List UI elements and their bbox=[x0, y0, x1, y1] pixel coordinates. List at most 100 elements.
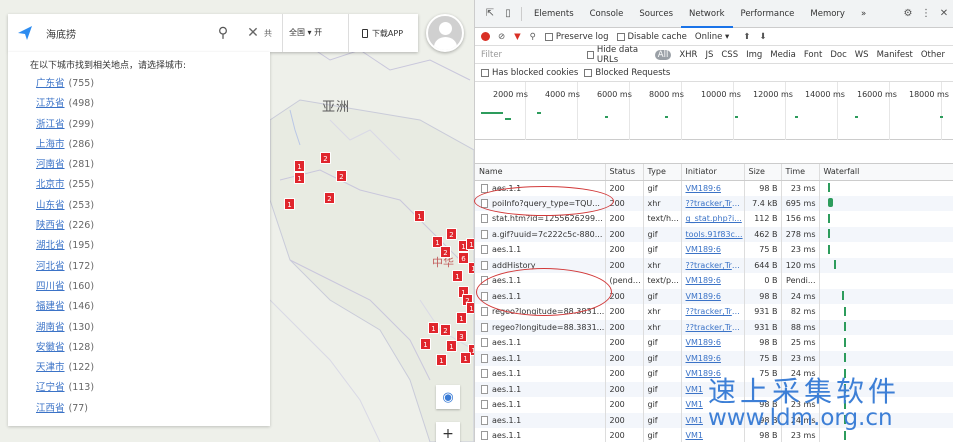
tab-overflow[interactable]: » bbox=[853, 0, 874, 28]
map-marker[interactable]: 2 bbox=[336, 170, 347, 182]
province-link[interactable]: 湖南省 bbox=[36, 322, 65, 333]
map-marker[interactable]: 1 bbox=[456, 312, 467, 324]
table-row[interactable]: aes.1.1 200 gif VM189:6 98 B 25 ms bbox=[475, 335, 953, 351]
search-input[interactable]: 海底捞 bbox=[42, 26, 212, 41]
type-filter-ws[interactable]: WS bbox=[855, 50, 869, 60]
initiator-link[interactable]: VM189:6 bbox=[681, 180, 745, 196]
blocked-requests-checkbox[interactable] bbox=[584, 68, 593, 77]
map-marker[interactable]: 1 bbox=[452, 270, 463, 282]
province-link[interactable]: 浙江省 bbox=[36, 119, 65, 130]
request-name-cell[interactable]: a.gif?uuid=7c222c5c-880... bbox=[475, 226, 606, 242]
province-link[interactable]: 河北省 bbox=[36, 261, 65, 272]
overview-timeline[interactable]: 2000 ms 4000 ms 6000 ms 8000 ms 10000 ms 1200… bbox=[475, 82, 953, 140]
type-filter-img[interactable]: Img bbox=[746, 50, 762, 60]
initiator-link[interactable]: tools.91f83c... bbox=[681, 226, 745, 242]
map-marker[interactable]: 1 bbox=[294, 160, 305, 172]
tab-console[interactable]: Console bbox=[582, 0, 632, 28]
type-filter-font[interactable]: Font bbox=[804, 50, 823, 60]
province-link[interactable]: 福建省 bbox=[36, 301, 65, 312]
map-marker[interactable]: 1 bbox=[420, 338, 431, 350]
filter-input[interactable]: Filter bbox=[481, 50, 587, 60]
map-marker[interactable]: 1 bbox=[436, 354, 447, 366]
tab-network[interactable]: Network bbox=[681, 0, 733, 28]
column-header-status[interactable]: Status bbox=[605, 164, 644, 181]
throttling-select[interactable]: Online ▾ bbox=[695, 32, 729, 42]
request-name-cell[interactable]: aes.1.1 bbox=[475, 412, 606, 428]
column-header-time[interactable]: Time bbox=[781, 164, 820, 181]
request-name-cell[interactable]: aes.1.1 bbox=[475, 335, 606, 351]
table-row[interactable]: aes.1.1 200 gif VM189:6 75 B 23 ms bbox=[475, 242, 953, 258]
initiator-link[interactable]: ??tracker,Tra... bbox=[681, 304, 745, 320]
table-row[interactable]: aes.1.1 200 gif VM189:6 75 B 23 ms bbox=[475, 350, 953, 366]
map-marker[interactable]: 2 bbox=[440, 246, 451, 258]
locate-button[interactable]: ◉ bbox=[436, 385, 460, 409]
map-marker[interactable]: 1 bbox=[414, 210, 425, 222]
request-name-cell[interactable]: aes.1.1 bbox=[475, 242, 606, 258]
clear-icon[interactable]: ⊘ bbox=[498, 32, 505, 42]
initiator-link[interactable]: VM189:6 bbox=[681, 335, 745, 351]
map-marker[interactable]: 1 bbox=[446, 340, 457, 352]
column-header-waterfall[interactable]: Waterfall bbox=[819, 164, 953, 181]
more-icon[interactable]: ⋮ bbox=[917, 8, 935, 19]
column-header-name[interactable]: Name bbox=[475, 164, 606, 181]
province-link[interactable]: 辽宁省 bbox=[36, 382, 65, 393]
type-filter-xhr[interactable]: XHR bbox=[679, 50, 697, 60]
map-marker[interactable]: 1 bbox=[428, 322, 439, 334]
type-filter-media[interactable]: Media bbox=[770, 50, 796, 60]
province-link[interactable]: 北京市 bbox=[36, 179, 65, 190]
map-marker[interactable]: 1 bbox=[294, 172, 305, 184]
request-name-cell[interactable]: aes.1.1 bbox=[475, 381, 606, 397]
column-header-size[interactable]: Size bbox=[744, 164, 782, 181]
type-filter-css[interactable]: CSS bbox=[721, 50, 738, 60]
type-filter-manifest[interactable]: Manifest bbox=[877, 50, 913, 60]
province-link[interactable]: 上海市 bbox=[36, 139, 65, 150]
download-icon[interactable]: ⬇ bbox=[759, 32, 766, 42]
table-row[interactable]: a.gif?uuid=7c222c5c-880... 200 gif tools.91… bbox=[475, 226, 953, 242]
disable-cache-checkbox[interactable] bbox=[616, 32, 625, 41]
province-link[interactable]: 河南省 bbox=[36, 159, 65, 170]
province-link[interactable]: 江西省 bbox=[36, 403, 65, 414]
map-marker[interactable]: 2 bbox=[440, 324, 451, 336]
province-link[interactable]: 天津市 bbox=[36, 362, 65, 373]
close-icon[interactable]: ✕ bbox=[242, 25, 264, 41]
device-toolbar-icon[interactable]: ▯ bbox=[499, 8, 517, 19]
map-marker[interactable]: 2 bbox=[446, 228, 457, 240]
request-name-cell[interactable]: aes.1.1 bbox=[475, 366, 606, 382]
search-icon[interactable]: ⚲ bbox=[212, 25, 234, 41]
has-blocked-cookies-checkbox[interactable] bbox=[481, 68, 489, 77]
inspect-icon[interactable]: ⇱ bbox=[481, 8, 499, 19]
type-filter-other[interactable]: Other bbox=[921, 50, 945, 60]
map-marker[interactable]: 1 bbox=[460, 352, 471, 364]
table-row[interactable]: regeo?longitude=88.3831... 200 xhr ??tracke… bbox=[475, 319, 953, 335]
map-marker[interactable]: 1 bbox=[466, 238, 474, 250]
upload-icon[interactable]: ⬆ bbox=[743, 32, 750, 42]
preserve-log-checkbox[interactable] bbox=[544, 32, 553, 41]
type-filter-all[interactable]: All bbox=[654, 49, 672, 60]
map-marker[interactable]: 3 bbox=[456, 330, 467, 342]
column-header-type[interactable]: Type bbox=[643, 164, 682, 181]
column-header-initiator[interactable]: Initiator bbox=[681, 164, 745, 181]
close-icon[interactable]: ✕ bbox=[935, 8, 953, 19]
request-name-cell[interactable]: aes.1.1 bbox=[475, 397, 606, 413]
region-select[interactable]: 全国 ▾ 开 bbox=[282, 14, 328, 52]
map-view[interactable]: 海底捞 ⚲ ✕ 共 全国 ▾ 开 下载APP 在以下城市找到相关地点，请选择城市… bbox=[0, 0, 474, 442]
gear-icon[interactable]: ⚙ bbox=[899, 8, 917, 19]
map-marker[interactable]: 1 bbox=[466, 302, 474, 314]
initiator-link[interactable]: VM189:6 bbox=[681, 288, 745, 304]
map-marker[interactable]: 2 bbox=[324, 192, 335, 204]
province-link[interactable]: 山东省 bbox=[36, 200, 65, 211]
initiator-link[interactable]: VM189:6 bbox=[681, 350, 745, 366]
request-name-cell[interactable]: aes.1.1 bbox=[475, 350, 606, 366]
province-link[interactable]: 江苏省 bbox=[36, 98, 65, 109]
avatar[interactable] bbox=[426, 14, 464, 52]
province-link[interactable]: 四川省 bbox=[36, 281, 65, 292]
province-link[interactable]: 广东省 bbox=[36, 78, 65, 89]
tab-elements[interactable]: Elements bbox=[526, 0, 582, 28]
request-name-cell[interactable]: regeo?longitude=88.3831... bbox=[475, 319, 606, 335]
initiator-link[interactable]: VM189:6 bbox=[681, 273, 745, 289]
tab-performance[interactable]: Performance bbox=[733, 0, 803, 28]
request-name-cell[interactable]: aes.1.1 bbox=[475, 428, 606, 442]
province-link[interactable]: 陕西省 bbox=[36, 220, 65, 231]
initiator-link[interactable]: VM189:6 bbox=[681, 242, 745, 258]
province-link[interactable]: 安徽省 bbox=[36, 342, 65, 353]
